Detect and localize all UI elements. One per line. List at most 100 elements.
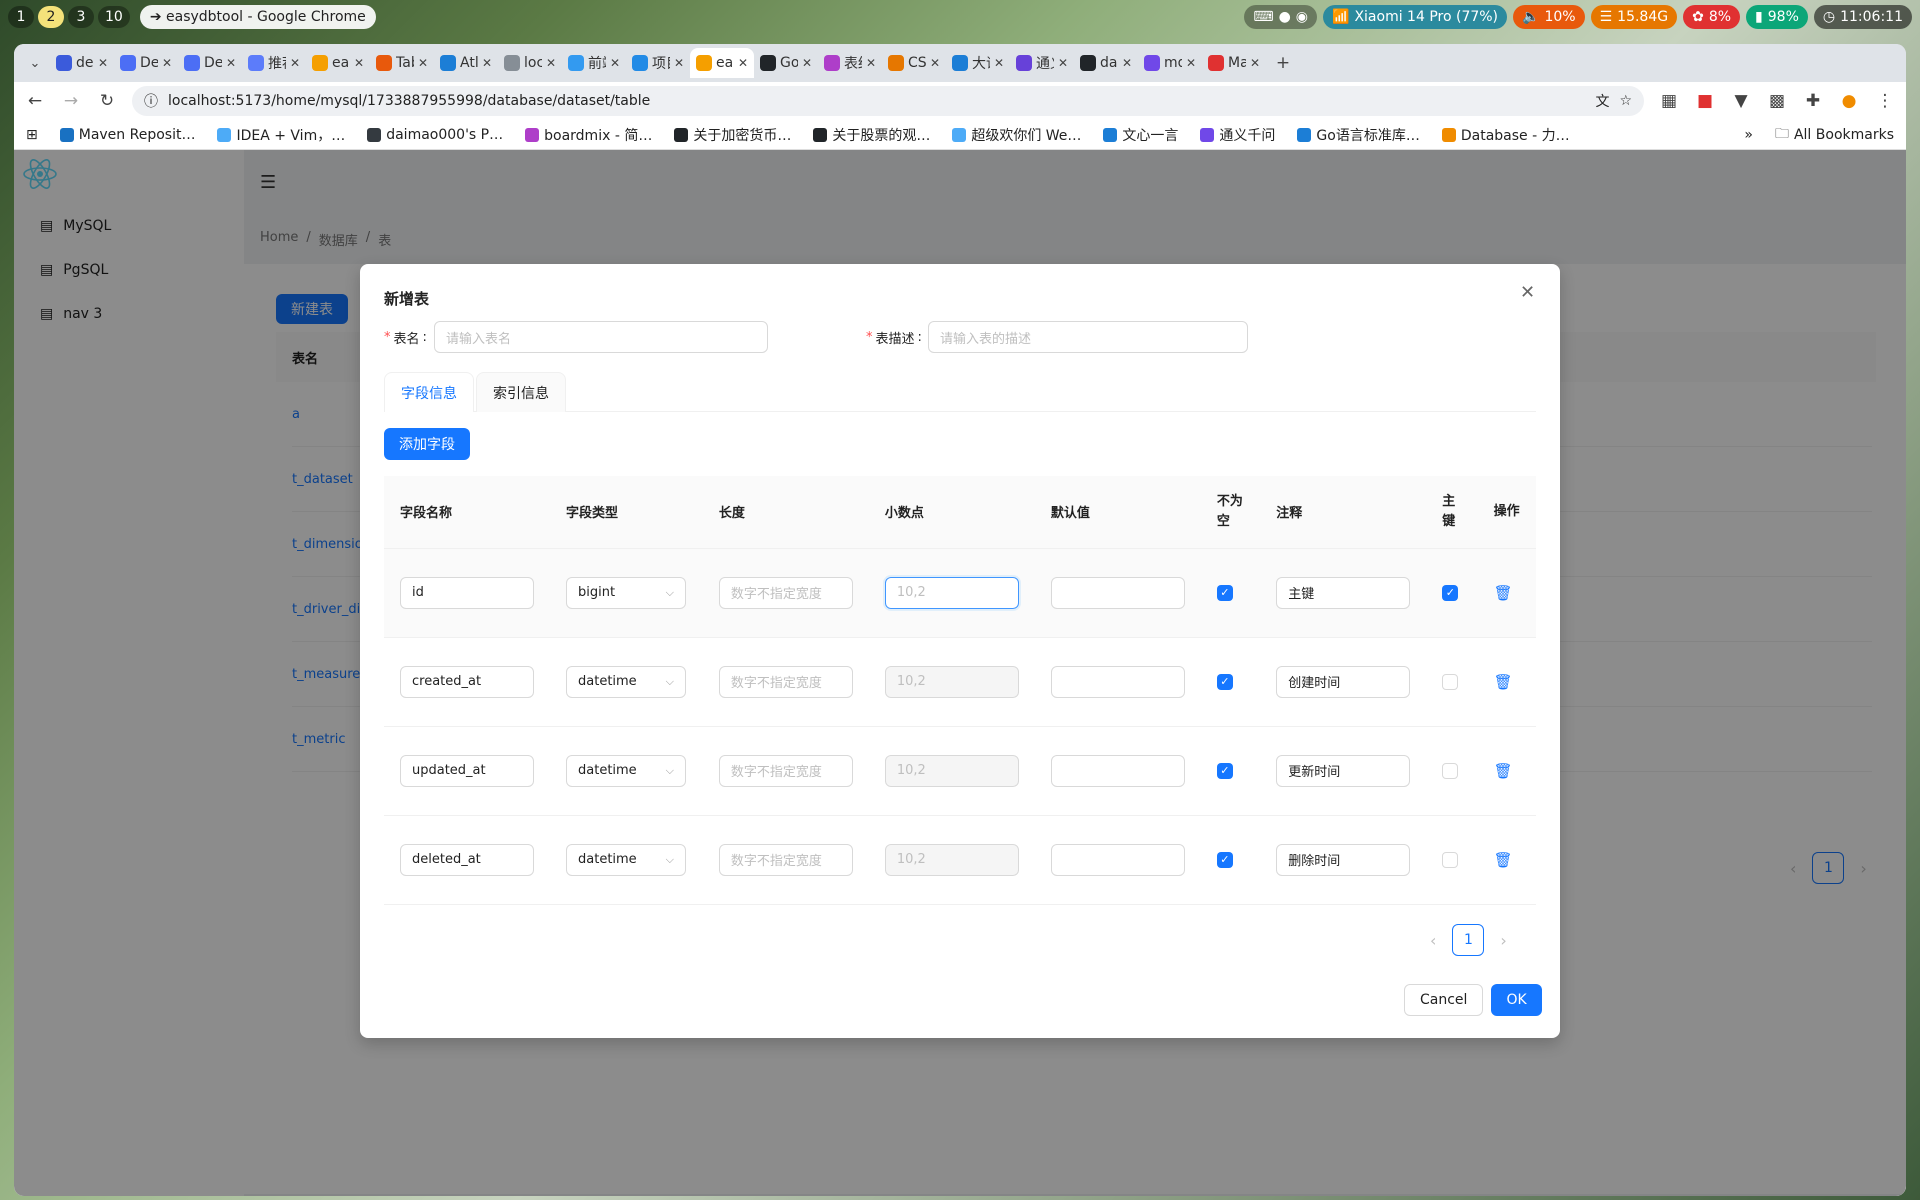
bookmark-star-icon[interactable]: ☆	[1619, 93, 1632, 109]
browser-tab[interactable]: Dee ✕	[178, 48, 242, 78]
bookmark-item[interactable]: IDEA + Vim，…	[217, 125, 345, 145]
comment-input[interactable]: 更新时间	[1276, 754, 1411, 787]
wifi-status[interactable]: 📶 Xiaomi 14 Pro (77%)	[1323, 5, 1508, 29]
not-null-checkbox[interactable]: ✓	[1216, 673, 1233, 690]
close-tab-icon[interactable]: ✕	[610, 56, 620, 70]
close-tab-icon[interactable]: ✕	[674, 56, 684, 70]
cancel-button[interactable]: Cancel	[1404, 984, 1484, 1016]
decimal-input[interactable]: 10,2	[884, 576, 1019, 609]
not-null-checkbox[interactable]: ✓	[1216, 584, 1233, 601]
browser-tab[interactable]: 通义 ✕	[1010, 48, 1074, 78]
browser-tab[interactable]: eas ✕	[690, 48, 754, 78]
default-value-input[interactable]	[1050, 665, 1185, 698]
next-page-icon[interactable]: ›	[1500, 931, 1506, 950]
close-tab-icon[interactable]: ✕	[546, 56, 556, 70]
workspace-10[interactable]: 10	[98, 6, 130, 28]
bookmark-item[interactable]: 通义千问	[1200, 125, 1275, 145]
chrome-menu-icon[interactable]: ⋮	[1874, 91, 1896, 111]
browser-tab[interactable]: 推荐 ✕	[242, 48, 306, 78]
delete-icon[interactable]: 🗑	[1494, 851, 1513, 869]
clock[interactable]: ◷ 11:06:11	[1813, 5, 1912, 29]
browser-tab[interactable]: 大语 ✕	[946, 48, 1010, 78]
field-type-select[interactable]: bigint ⌵	[566, 576, 686, 609]
length-input[interactable]: 数字不指定宽度	[718, 665, 853, 698]
tab-field-info[interactable]: 字段信息	[384, 372, 474, 412]
close-tab-icon[interactable]: ✕	[290, 56, 300, 70]
extension-qr-icon[interactable]: ▩	[1766, 91, 1788, 111]
comment-input[interactable]: 创建时间	[1276, 665, 1411, 698]
close-tab-icon[interactable]: ✕	[1250, 56, 1260, 70]
default-value-input[interactable]	[1050, 754, 1185, 787]
close-tab-icon[interactable]: ✕	[802, 56, 812, 70]
extensions-puzzle-icon[interactable]: ✚	[1802, 91, 1824, 111]
primary-key-checkbox[interactable]	[1442, 673, 1459, 690]
bookmark-item[interactable]: 超级欢你们 We…	[952, 125, 1081, 145]
delete-icon[interactable]: 🗑	[1494, 584, 1513, 602]
decimal-input[interactable]: 10,2	[884, 754, 1019, 787]
primary-key-checkbox[interactable]	[1442, 762, 1459, 779]
browser-tab[interactable]: 表结 ✕	[818, 48, 882, 78]
bookmark-item[interactable]: daimao000's P…	[367, 125, 503, 145]
length-input[interactable]: 数字不指定宽度	[718, 576, 853, 609]
default-value-input[interactable]	[1050, 843, 1185, 876]
table-name-input[interactable]: 请输入表名	[434, 321, 768, 353]
browser-tab[interactable]: eas ✕	[306, 48, 370, 78]
table-desc-input[interactable]: 请输入表的描述	[928, 321, 1248, 353]
extension-icon[interactable]: ▦	[1658, 91, 1680, 111]
tab-index-info[interactable]: 索引信息	[476, 372, 566, 412]
close-tab-icon[interactable]: ✕	[1058, 56, 1068, 70]
browser-tab[interactable]: Dee ✕	[114, 48, 178, 78]
bookmark-item[interactable]: Maven Reposit…	[59, 125, 195, 145]
comment-input[interactable]: 主键	[1276, 576, 1411, 609]
browser-tab[interactable]: Go ✕	[754, 48, 818, 78]
add-field-button[interactable]: 添加字段	[384, 428, 470, 460]
browser-tab[interactable]: 项目 ✕	[626, 48, 690, 78]
close-tab-icon[interactable]: ✕	[994, 56, 1004, 70]
field-type-select[interactable]: datetime ⌵	[566, 665, 686, 698]
workspace-3[interactable]: 3	[68, 6, 94, 28]
close-icon[interactable]: ✕	[1520, 282, 1535, 303]
bookmark-item[interactable]: Go语言标准库…	[1297, 125, 1420, 145]
workspace-2[interactable]: 2	[38, 6, 64, 28]
default-value-input[interactable]	[1050, 576, 1185, 609]
close-tab-icon[interactable]: ✕	[1186, 56, 1196, 70]
browser-tab[interactable]: 前端 ✕	[562, 48, 626, 78]
dialog-page-number[interactable]: 1	[1452, 924, 1485, 956]
all-bookmarks-button[interactable]: 🗀 All Bookmarks	[1775, 123, 1894, 147]
new-tab-button[interactable]: +	[1272, 53, 1294, 73]
field-type-select[interactable]: datetime ⌵	[566, 843, 686, 876]
close-tab-icon[interactable]: ✕	[226, 56, 236, 70]
bookmark-item[interactable]: 关于加密货币…	[674, 125, 791, 145]
extension-red-icon[interactable]: ■	[1694, 91, 1716, 111]
back-icon[interactable]: ←	[24, 91, 46, 111]
browser-tab[interactable]: Tab ✕	[370, 48, 434, 78]
close-tab-icon[interactable]: ✕	[1122, 56, 1132, 70]
length-input[interactable]: 数字不指定宽度	[718, 754, 853, 787]
decimal-input[interactable]: 10,2	[884, 665, 1019, 698]
field-name-input[interactable]: created_at	[400, 665, 534, 698]
primary-key-checkbox[interactable]: ✓	[1442, 584, 1459, 601]
field-name-input[interactable]: updated_at	[400, 754, 534, 787]
close-tab-icon[interactable]: ✕	[98, 56, 108, 70]
volume-status[interactable]: 🔈 10%	[1513, 5, 1585, 29]
close-tab-icon[interactable]: ✕	[482, 56, 492, 70]
delete-icon[interactable]: 🗑	[1494, 673, 1513, 691]
prev-page-icon[interactable]: ‹	[1430, 931, 1436, 950]
address-bar[interactable]: ⓘ localhost:5173/home/mysql/173388795599…	[132, 86, 1644, 116]
field-type-select[interactable]: datetime ⌵	[566, 754, 686, 787]
not-null-checkbox[interactable]: ✓	[1216, 762, 1233, 779]
reload-icon[interactable]: ↻	[96, 91, 118, 111]
close-tab-icon[interactable]: ✕	[418, 56, 428, 70]
primary-key-checkbox[interactable]	[1442, 851, 1459, 868]
length-input[interactable]: 数字不指定宽度	[718, 843, 853, 876]
close-tab-icon[interactable]: ✕	[930, 56, 940, 70]
close-tab-icon[interactable]: ✕	[866, 56, 876, 70]
field-name-input[interactable]: id	[400, 576, 534, 609]
decimal-input[interactable]: 10,2	[884, 843, 1019, 876]
workspace-1[interactable]: 1	[8, 6, 34, 28]
field-name-input[interactable]: deleted_at	[400, 843, 534, 876]
browser-tab[interactable]: Atla ✕	[434, 48, 498, 78]
delete-icon[interactable]: 🗑	[1494, 762, 1513, 780]
close-tab-icon[interactable]: ✕	[738, 56, 748, 70]
bookmark-item[interactable]: 关于股票的观…	[813, 125, 930, 145]
